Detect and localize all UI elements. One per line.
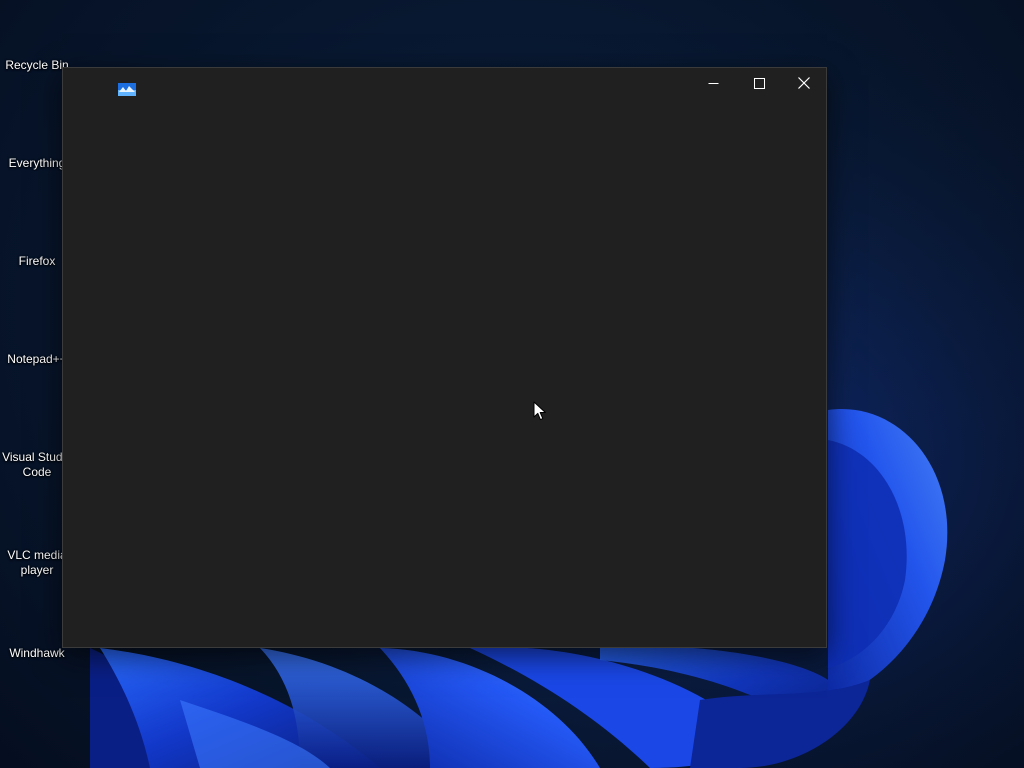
desktop-icon-windhawk[interactable]: Windhawk <box>0 646 74 661</box>
app-icon <box>118 83 136 96</box>
window-client-area[interactable] <box>63 98 826 647</box>
minimize-button[interactable] <box>690 68 736 98</box>
close-button[interactable] <box>781 68 827 98</box>
maximize-icon <box>753 77 765 89</box>
close-icon <box>798 77 810 89</box>
arrow-cursor-icon <box>533 401 546 421</box>
minimize-icon <box>708 82 718 84</box>
maximize-button[interactable] <box>736 68 782 98</box>
desktop: Recycle Bin Everything Firefox Notepad++… <box>0 0 1024 768</box>
app-window[interactable] <box>62 67 827 648</box>
desktop-icon-label: Windhawk <box>9 646 65 660</box>
window-titlebar[interactable] <box>63 68 826 98</box>
